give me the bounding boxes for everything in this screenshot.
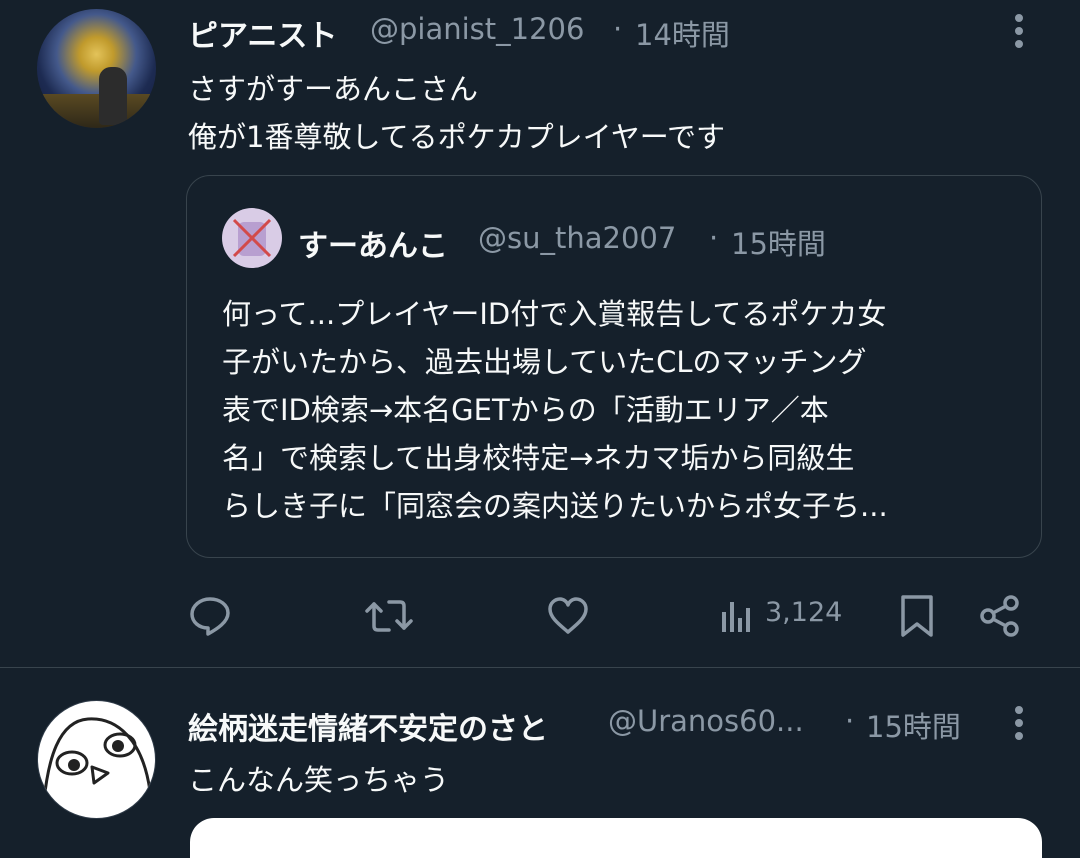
tweet1-handle[interactable]: @pianist_1206 bbox=[370, 12, 584, 46]
more-icon[interactable] bbox=[1014, 14, 1024, 53]
avatar-su-tha-image bbox=[232, 218, 272, 258]
like-button[interactable] bbox=[546, 594, 590, 642]
retweet-button[interactable] bbox=[365, 594, 413, 642]
avatar-sato[interactable] bbox=[37, 700, 156, 819]
tweet-divider bbox=[0, 667, 1080, 668]
quote-text-line-3: 表でID検索→本名GETからの「活動エリア／本 bbox=[222, 393, 829, 427]
quote-display-name[interactable]: すーあんこ bbox=[298, 221, 448, 265]
tweet1-body-line-2: 俺が1番尊敬してるポケカプレイヤーです bbox=[188, 120, 725, 154]
tweet2-handle[interactable]: @Uranos60... bbox=[608, 704, 804, 738]
quote-handle[interactable]: @su_tha2007 bbox=[478, 221, 676, 255]
tweet2-body-line-1: こんなん笑っちゃう bbox=[188, 763, 450, 797]
tweet1-display-name[interactable]: ピアニスト bbox=[188, 11, 337, 55]
quote-text-line-4: 名」で検索して出身校特定→ネカマ垢から同級生 bbox=[222, 441, 855, 475]
tweet2-media-card[interactable] bbox=[190, 818, 1042, 858]
bookmark-icon bbox=[901, 595, 933, 637]
tweet1-body-line-1: さすがすーあんこさん bbox=[188, 72, 479, 106]
quote-text-line-5: らしき子に「同窓会の案内送りたいからポ女子ち... bbox=[222, 489, 888, 523]
tweet2-display-name[interactable]: 絵柄迷走情緒不安定のさと bbox=[188, 704, 548, 748]
avatar-floor bbox=[37, 94, 156, 128]
views-button[interactable] bbox=[719, 598, 755, 638]
quote-separator: · bbox=[709, 221, 719, 255]
views-icon bbox=[722, 602, 750, 632]
tweet2-time[interactable]: 15時間 bbox=[866, 704, 961, 746]
quote-time[interactable]: 15時間 bbox=[731, 221, 826, 263]
quote-text-line-2: 子がいたから、過去出場していたCLのマッチング bbox=[222, 345, 867, 379]
avatar-sato-image bbox=[42, 717, 152, 802]
avatar-figure bbox=[99, 67, 127, 125]
reply-icon bbox=[190, 597, 230, 636]
share-button[interactable] bbox=[978, 594, 1022, 642]
quote-text-line-1: 何って...プレイヤーID付で入賞報告してるポケカ女 bbox=[222, 297, 887, 331]
avatar-pianist[interactable] bbox=[37, 9, 156, 128]
avatar-su-tha bbox=[222, 208, 282, 268]
bookmark-button[interactable] bbox=[897, 594, 937, 642]
like-icon bbox=[548, 597, 588, 634]
retweet-icon bbox=[365, 600, 413, 632]
share-icon bbox=[980, 595, 1019, 637]
tweet1-separator: · bbox=[613, 12, 623, 46]
tweet2-separator: · bbox=[845, 704, 855, 738]
tweet1-time[interactable]: 14時間 bbox=[635, 12, 730, 54]
more-icon[interactable] bbox=[1014, 706, 1024, 745]
reply-button[interactable] bbox=[188, 594, 232, 642]
views-count: 3,124 bbox=[765, 597, 843, 628]
